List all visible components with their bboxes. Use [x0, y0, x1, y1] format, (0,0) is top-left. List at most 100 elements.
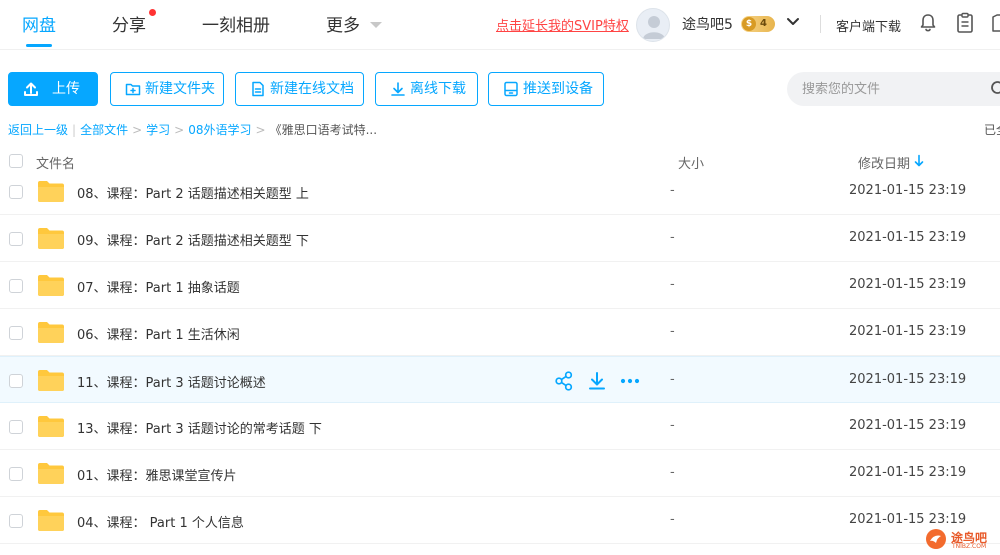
- row-checkbox[interactable]: [9, 514, 23, 528]
- file-modified-date: 2021-01-15 23:19: [849, 465, 967, 480]
- file-name[interactable]: 11、课程：Part 3 话题讨论概述: [77, 372, 266, 391]
- upload-button[interactable]: 上传: [8, 72, 98, 106]
- file-modified-date: 2021-01-15 23:19: [849, 277, 967, 292]
- select-all-checkbox[interactable]: [9, 154, 23, 168]
- file-modified-date: 2021-01-15 23:19: [849, 418, 967, 433]
- file-modified-date: 2021-01-15 23:19: [849, 324, 967, 339]
- bell-icon[interactable]: [918, 13, 938, 33]
- file-name[interactable]: 01、课程：雅思课堂宣传片: [77, 465, 237, 484]
- file-size: -: [670, 324, 675, 339]
- file-size: -: [670, 183, 675, 198]
- bird-logo-icon: [926, 529, 946, 549]
- file-name[interactable]: 08、课程：Part 2 话题描述相关题型 上: [77, 183, 309, 202]
- chevron-down-icon[interactable]: [370, 22, 382, 28]
- shirt-icon[interactable]: [991, 13, 1000, 33]
- tab-share[interactable]: 分享: [112, 11, 146, 36]
- file-name[interactable]: 06、课程：Part 1 生活休闲: [77, 324, 240, 343]
- active-tab-indicator: [26, 44, 52, 47]
- breadcrumb-item-all-files[interactable]: 全部文件: [80, 121, 128, 138]
- new-online-doc-button[interactable]: 新建在线文档: [235, 72, 364, 106]
- breadcrumb: 返回上一级 | 全部文件 > 学习 >08外语学习 > 《雅思口语考试特...: [8, 121, 377, 138]
- folder-icon: [38, 275, 64, 296]
- vip-level: 4: [760, 18, 767, 29]
- download-icon: [391, 82, 405, 96]
- table-row[interactable]: 04、课程： Part 1 个人信息 - 2021-01-15 23:19: [0, 497, 1000, 544]
- notification-dot: [149, 9, 156, 16]
- document-icon: [252, 81, 264, 97]
- table-row-hovered[interactable]: 11、课程：Part 3 话题讨论概述 - 2021-01-15 23:19: [0, 356, 1000, 403]
- folder-icon: [38, 463, 64, 484]
- folder-icon: [38, 181, 64, 202]
- vip-level-badge: $ 4: [741, 16, 775, 32]
- folder-icon: [38, 510, 64, 531]
- new-online-doc-label: 新建在线文档: [270, 81, 354, 97]
- svip-promo-link[interactable]: 点击延长我的SVIP特权: [496, 15, 629, 34]
- share-icon[interactable]: [553, 370, 575, 392]
- table-row[interactable]: 06、课程：Part 1 生活休闲 - 2021-01-15 23:19: [0, 309, 1000, 356]
- file-modified-date: 2021-01-15 23:19: [849, 372, 967, 387]
- file-name[interactable]: 13、课程：Part 3 话题讨论的常考话题 下: [77, 418, 322, 437]
- search-icon[interactable]: [990, 80, 1000, 98]
- file-modified-date: 2021-01-15 23:19: [849, 512, 967, 527]
- row-checkbox[interactable]: [9, 232, 23, 246]
- table-row[interactable]: 01、课程：雅思课堂宣传片 - 2021-01-15 23:19: [0, 450, 1000, 497]
- breadcrumb-item-foreign-language[interactable]: 08外语学习: [188, 121, 251, 138]
- file-size: -: [670, 465, 675, 480]
- more-icon[interactable]: [619, 370, 641, 392]
- client-download-link[interactable]: 客户端下载: [836, 16, 901, 35]
- file-size: -: [670, 372, 675, 387]
- new-folder-label: 新建文件夹: [145, 81, 215, 97]
- breadcrumb-item-current: 《雅思口语考试特...: [269, 123, 378, 137]
- new-folder-button[interactable]: 新建文件夹: [110, 72, 224, 106]
- table-row[interactable]: 13、课程：Part 3 话题讨论的常考话题 下 - 2021-01-15 23…: [0, 403, 1000, 450]
- row-checkbox[interactable]: [9, 467, 23, 481]
- folder-icon: [38, 370, 64, 391]
- chevron-down-icon[interactable]: [785, 14, 801, 30]
- watermark-logo: 途鸟吧 TNIBZ.COM: [924, 526, 996, 552]
- tab-wangpan[interactable]: 网盘: [22, 11, 56, 36]
- back-link[interactable]: 返回上一级: [8, 121, 68, 138]
- breadcrumb-item-study[interactable]: 学习: [146, 121, 170, 138]
- divider: |: [72, 123, 77, 137]
- tab-more[interactable]: 更多: [326, 11, 360, 36]
- tab-album[interactable]: 一刻相册: [202, 11, 270, 36]
- username[interactable]: 途鸟吧5: [682, 14, 733, 34]
- file-name[interactable]: 09、课程：Part 2 话题描述相关题型 下: [77, 230, 309, 249]
- search-box: [787, 72, 1000, 106]
- table-row[interactable]: 07、课程：Part 1 抽象话题 - 2021-01-15 23:19: [0, 262, 1000, 309]
- row-checkbox[interactable]: [9, 420, 23, 434]
- breadcrumb-separator: >: [174, 123, 185, 137]
- clipboard-icon[interactable]: [955, 12, 975, 34]
- upload-icon: [24, 82, 38, 96]
- breadcrumb-separator: >: [132, 123, 143, 137]
- breadcrumb-separator: >: [255, 123, 266, 137]
- row-checkbox[interactable]: [9, 185, 23, 199]
- push-to-device-button[interactable]: 推送到设备: [488, 72, 604, 106]
- offline-download-button[interactable]: 离线下载: [375, 72, 478, 106]
- row-actions: [553, 370, 653, 392]
- sort-desc-icon[interactable]: [913, 154, 925, 168]
- file-size: -: [670, 418, 675, 433]
- row-checkbox[interactable]: [9, 279, 23, 293]
- table-row[interactable]: 08、课程：Part 2 话题描述相关题型 上 - 2021-01-15 23:…: [0, 168, 1000, 215]
- download-icon[interactable]: [586, 370, 608, 392]
- file-name[interactable]: 07、课程：Part 1 抽象话题: [77, 277, 240, 296]
- push-to-device-label: 推送到设备: [523, 81, 593, 97]
- top-nav: 网盘 分享 一刻相册 更多 点击延长我的SVIP特权 途鸟吧5 $ 4 客户端下…: [0, 0, 1000, 50]
- avatar[interactable]: [636, 8, 670, 42]
- file-name[interactable]: 04、课程： Part 1 个人信息: [77, 512, 244, 531]
- file-size: -: [670, 512, 675, 527]
- folder-icon: [38, 322, 64, 343]
- folder-icon: [38, 416, 64, 437]
- table-row[interactable]: 09、课程：Part 2 话题描述相关题型 下 - 2021-01-15 23:…: [0, 215, 1000, 262]
- coin-icon: $: [742, 17, 756, 31]
- file-modified-date: 2021-01-15 23:19: [849, 183, 967, 198]
- offline-download-label: 离线下载: [410, 81, 466, 97]
- watermark-subtext: TNIBZ.COM: [952, 543, 987, 550]
- folder-icon: [38, 228, 64, 249]
- device-icon: [504, 81, 518, 97]
- file-modified-date: 2021-01-15 23:19: [849, 230, 967, 245]
- row-checkbox[interactable]: [9, 326, 23, 340]
- row-checkbox[interactable]: [9, 374, 23, 388]
- search-input[interactable]: [802, 72, 982, 106]
